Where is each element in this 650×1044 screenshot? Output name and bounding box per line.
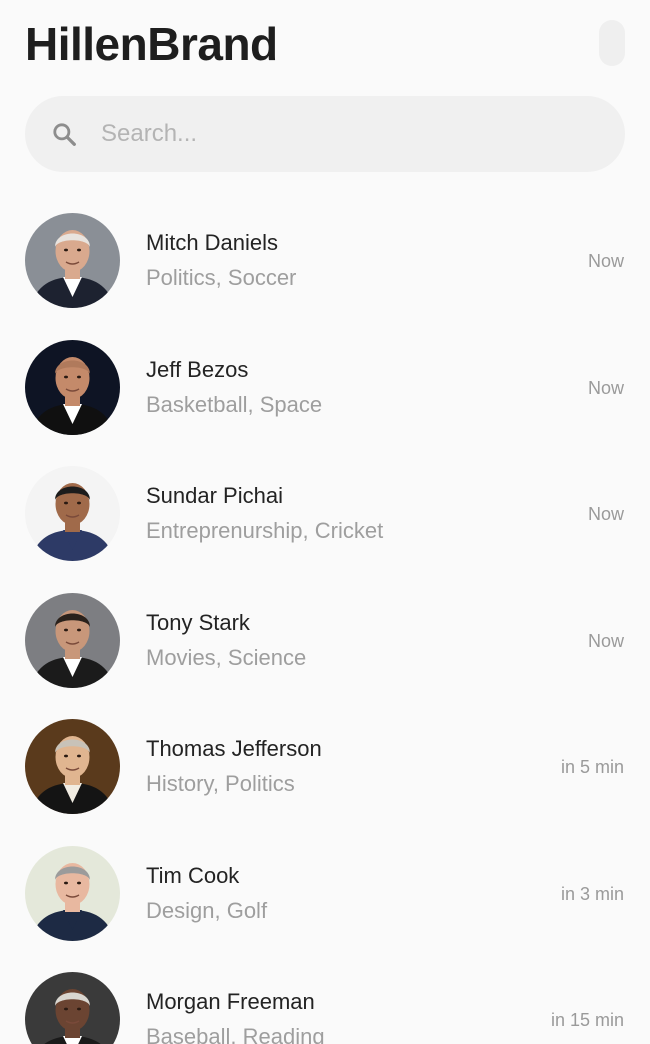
contact-time: Now bbox=[587, 630, 624, 651]
contact-name: Tim Cook bbox=[146, 862, 240, 888]
contact-time: in 3 min bbox=[560, 883, 624, 904]
contact-time: Now bbox=[587, 504, 624, 524]
search-input[interactable] bbox=[101, 114, 601, 154]
app-screen: HillenBrand Mitch Daniels Politics, Socce… bbox=[0, 0, 650, 1044]
avatar bbox=[25, 845, 120, 941]
avatar bbox=[25, 339, 120, 435]
list-item[interactable]: Tim Cook Design, Golf in 3 min bbox=[0, 830, 650, 957]
app-title: HillenBrand bbox=[25, 18, 278, 70]
contact-tags: Entreprenurship, Cricket bbox=[146, 518, 384, 543]
contact-list: Mitch Daniels Politics, Soccer Now Jeff Bez… bbox=[0, 197, 650, 1044]
contact-name: Mitch Daniels bbox=[146, 230, 279, 255]
list-item[interactable]: Jeff Bezos Basketball, Space Now bbox=[0, 324, 650, 451]
contact-time: Now bbox=[587, 377, 624, 398]
search-icon bbox=[53, 123, 76, 146]
avatar bbox=[25, 719, 120, 814]
contact-tags: History, Politics bbox=[146, 771, 295, 796]
contact-tags: Basketball, Space bbox=[146, 391, 323, 417]
contact-time: in 15 min bbox=[550, 1010, 624, 1030]
avatar bbox=[25, 213, 120, 308]
contact-time: Now bbox=[587, 251, 624, 271]
contact-time: in 5 min bbox=[560, 757, 624, 777]
avatar bbox=[25, 972, 120, 1044]
avatar bbox=[25, 466, 120, 561]
search-bar[interactable] bbox=[25, 96, 625, 172]
contact-tags: Design, Golf bbox=[146, 897, 268, 923]
list-item[interactable]: Morgan Freeman Baseball, Reading in 15 min bbox=[0, 956, 650, 1044]
contact-name: Tony Stark bbox=[146, 609, 250, 635]
list-item[interactable]: Tony Stark Movies, Science Now bbox=[0, 577, 650, 704]
app-header: HillenBrand bbox=[25, 14, 625, 74]
avatar bbox=[25, 592, 120, 688]
contact-name: Thomas Jefferson bbox=[146, 736, 322, 761]
contact-name: Jeff Bezos bbox=[146, 356, 249, 382]
list-item[interactable]: Mitch Daniels Politics, Soccer Now bbox=[0, 197, 650, 324]
header-menu-button[interactable] bbox=[599, 20, 625, 66]
list-item[interactable]: Thomas Jefferson History, Politics in 5 mi… bbox=[0, 703, 650, 830]
contact-name: Morgan Freeman bbox=[146, 989, 315, 1014]
contact-name: Sundar Pichai bbox=[146, 483, 283, 508]
contact-tags: Politics, Soccer bbox=[146, 265, 297, 290]
contact-tags: Movies, Science bbox=[146, 644, 307, 670]
list-item[interactable]: Sundar Pichai Entreprenurship, Cricket Now bbox=[0, 450, 650, 577]
contact-tags: Baseball, Reading bbox=[146, 1024, 325, 1044]
